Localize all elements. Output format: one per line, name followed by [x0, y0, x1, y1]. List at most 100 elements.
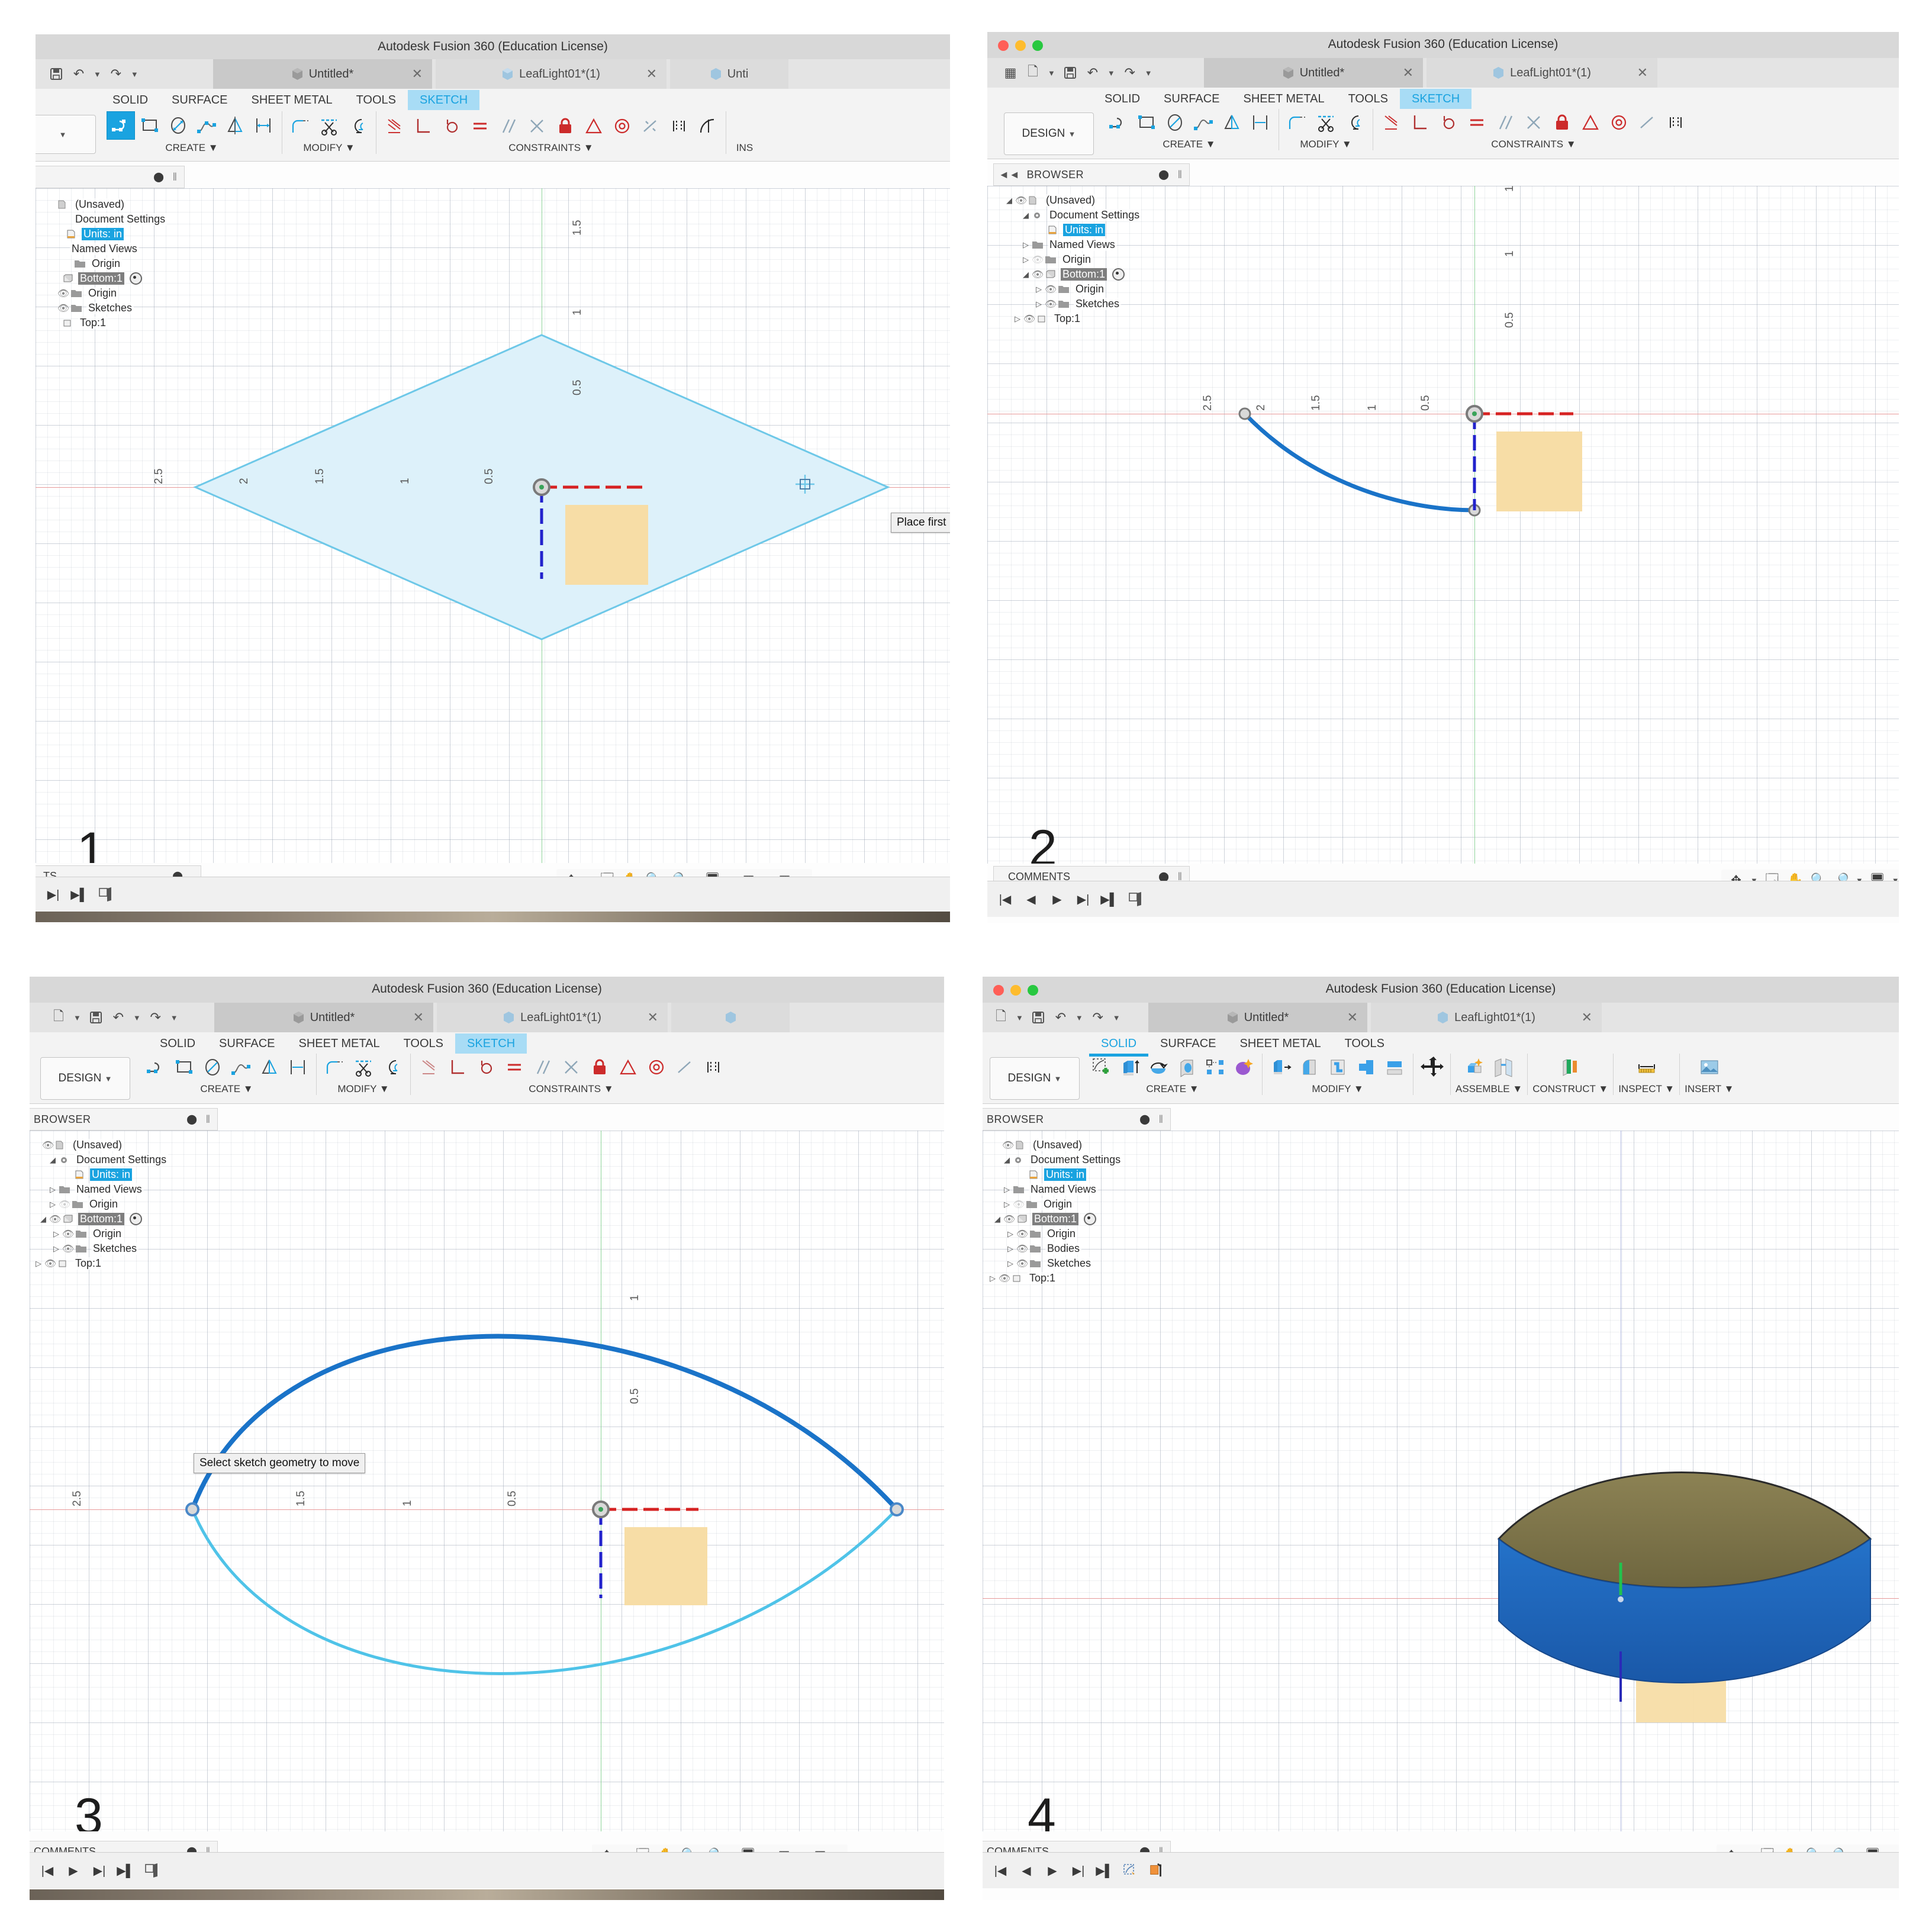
midpoint-constraint-button[interactable] [1577, 109, 1604, 136]
inspect-group-label[interactable]: INSPECT ▼ [1618, 1083, 1675, 1095]
equal-constraint-button[interactable] [466, 112, 494, 140]
tab-solid[interactable]: SOLID [148, 1033, 207, 1054]
eye-icon[interactable]: 👁 [1044, 298, 1057, 310]
horizontal-vertical-constraint-button[interactable] [523, 112, 550, 140]
split-body-button[interactable] [1381, 1054, 1408, 1081]
tab-sketch[interactable]: SKETCH [1400, 89, 1472, 109]
workspace-selector-3[interactable]: DESIGN ▼ [40, 1057, 130, 1100]
eye-icon[interactable]: 👁 [57, 288, 70, 300]
expand-arrow-icon[interactable]: ▷ [1020, 240, 1031, 250]
close-icon[interactable]: ✕ [1637, 65, 1648, 80]
eye-icon[interactable]: 👁 [1003, 1213, 1016, 1225]
undo-icon[interactable]: ↶ [1053, 1010, 1068, 1025]
close-icon[interactable]: ✕ [648, 1010, 658, 1025]
grid-menu-icon[interactable]: ▦ [1003, 65, 1018, 80]
fillet-tool-button[interactable] [1284, 109, 1311, 136]
tree-item-origin-root[interactable]: Origin [36, 256, 167, 271]
browser-panel-options-icon[interactable]: ⬤ [1158, 169, 1169, 181]
tab-solid[interactable]: SOLID [101, 90, 160, 110]
rectangle-tool-button[interactable] [1133, 109, 1160, 136]
fillet-3d-button[interactable] [1296, 1054, 1323, 1081]
workspace-selector-1[interactable]: ▼ [36, 115, 96, 154]
chevron-down-icon[interactable]: ▼ [170, 1013, 178, 1022]
tree-item-named-views[interactable]: ▷ Named Views [998, 237, 1141, 252]
doc-tab-partial-3[interactable] [671, 1003, 790, 1032]
fix-constraint-button[interactable] [586, 1054, 613, 1081]
workspace-selector-4[interactable]: DESIGN ▼ [990, 1057, 1080, 1100]
save-icon[interactable] [88, 1010, 104, 1025]
eye-icon[interactable]: 👁 [49, 1213, 62, 1225]
circle-tool-button[interactable] [165, 112, 192, 139]
close-icon[interactable]: ✕ [413, 1010, 424, 1025]
tree-item-top-component[interactable]: ▷ 👁 Top:1 [983, 1271, 1122, 1286]
sketch-hatch-icon[interactable] [416, 1054, 443, 1081]
undo-icon[interactable]: ↶ [111, 1010, 126, 1025]
tree-item-named-views[interactable]: ▷ Named Views [30, 1182, 168, 1197]
line-tool-button[interactable] [1105, 109, 1132, 136]
expand-arrow-icon[interactable]: ▷ [1005, 1244, 1016, 1254]
activate-component-radio[interactable] [1084, 1213, 1097, 1225]
save-icon[interactable] [1031, 1010, 1046, 1025]
perpendicular-constraint-button[interactable] [444, 1054, 471, 1081]
construction-plane-button[interactable] [1557, 1054, 1584, 1081]
equal-constraint-button[interactable] [1463, 109, 1490, 136]
horizontal-vertical-constraint-button[interactable] [558, 1054, 585, 1081]
expand-arrow-icon[interactable]: ▷ [1002, 1200, 1012, 1209]
perpendicular-constraint-button[interactable] [1406, 109, 1434, 136]
eye-icon[interactable]: 👁 [44, 1258, 57, 1270]
modify-group-label[interactable]: MODIFY ▼ [1300, 139, 1351, 150]
expand-arrow-icon[interactable]: ▷ [1033, 285, 1044, 294]
new-component-button[interactable] [1461, 1054, 1489, 1081]
new-file-icon[interactable]: 🗋 [993, 1009, 1009, 1025]
eye-icon[interactable]: 👁 [1044, 284, 1057, 295]
expand-arrow-icon[interactable]: ◢ [1004, 196, 1015, 205]
tab-tools[interactable]: TOOLS [344, 90, 408, 110]
tangent-constraint-button[interactable] [472, 1054, 500, 1081]
tree-item-top-component[interactable]: ▷ 👁 Top:1 [998, 311, 1141, 326]
curvature-constraint-button[interactable] [694, 112, 721, 140]
redo-icon[interactable]: ↷ [1090, 1010, 1106, 1025]
tree-item-document-settings[interactable]: Document Settings [36, 212, 168, 227]
insert-tool-button[interactable] [731, 112, 758, 140]
browser-tree-3[interactable]: 👁 (Unsaved) ◢ Document Settings Units: in … [30, 1138, 169, 1271]
close-icon[interactable]: ✕ [1347, 1010, 1358, 1025]
expand-arrow-icon[interactable]: ▷ [47, 1200, 58, 1209]
tab-sheet-metal[interactable]: SHEET METAL [1228, 1033, 1333, 1054]
eye-off-icon[interactable]: 👁 [1012, 1199, 1025, 1210]
sketch-marker-icon[interactable] [143, 1862, 160, 1879]
tree-item-document-settings[interactable]: ◢ Document Settings [983, 1152, 1123, 1167]
browser-tree-2[interactable]: ◢ 👁 (Unsaved) ◢ Document Settings Units: in… [998, 193, 1142, 326]
tab-sheet-metal[interactable]: SHEET METAL [287, 1033, 392, 1054]
expand-arrow-icon[interactable]: ◢ [1002, 1155, 1012, 1165]
chevron-down-icon[interactable]: ▼ [133, 1013, 141, 1022]
chevron-down-icon[interactable]: ▼ [1107, 69, 1115, 78]
eye-icon[interactable]: 👁 [41, 1139, 54, 1151]
midpoint-constraint-button[interactable] [614, 1054, 642, 1081]
insert-group-label[interactable]: INSERT ▼ [1685, 1083, 1734, 1095]
close-icon[interactable]: ✕ [1403, 65, 1413, 80]
spline-tool-button[interactable] [1190, 109, 1217, 136]
save-icon[interactable] [49, 66, 64, 82]
tree-item-origin-sub[interactable]: 👁 Origin [36, 286, 167, 301]
symmetry-constraint-button[interactable] [1662, 109, 1689, 136]
tab-sketch[interactable]: SKETCH [455, 1033, 527, 1054]
create-group-label[interactable]: CREATE ▼ [1163, 139, 1215, 150]
tree-item-units[interactable]: Units: in [36, 227, 167, 242]
redo-icon[interactable]: ↷ [1122, 65, 1138, 80]
parallel-constraint-button[interactable] [1492, 109, 1519, 136]
skip-forward-icon[interactable]: ▶▌ [117, 1862, 134, 1879]
play-icon[interactable]: ▶ [1044, 1862, 1061, 1879]
eye-icon[interactable]: 👁 [1016, 1228, 1029, 1240]
doc-tab-partial-1[interactable]: Unti [670, 59, 788, 89]
eye-icon[interactable]: 👁 [62, 1228, 75, 1240]
parallel-constraint-button[interactable] [495, 112, 522, 140]
undo-icon[interactable]: ↶ [71, 66, 86, 82]
step-back-icon[interactable]: ◀ [1018, 1862, 1035, 1879]
eye-icon[interactable]: 👁 [1002, 1139, 1015, 1151]
constraints-group-label[interactable]: CONSTRAINTS ▼ [529, 1083, 613, 1095]
rectangle-tool-button[interactable] [136, 112, 163, 139]
tree-item-unsaved[interactable]: 👁 (Unsaved) [983, 1138, 1122, 1152]
activate-component-radio[interactable] [130, 1213, 143, 1225]
parallel-constraint-button[interactable] [529, 1054, 556, 1081]
insert-group-label[interactable]: INS [736, 142, 753, 154]
